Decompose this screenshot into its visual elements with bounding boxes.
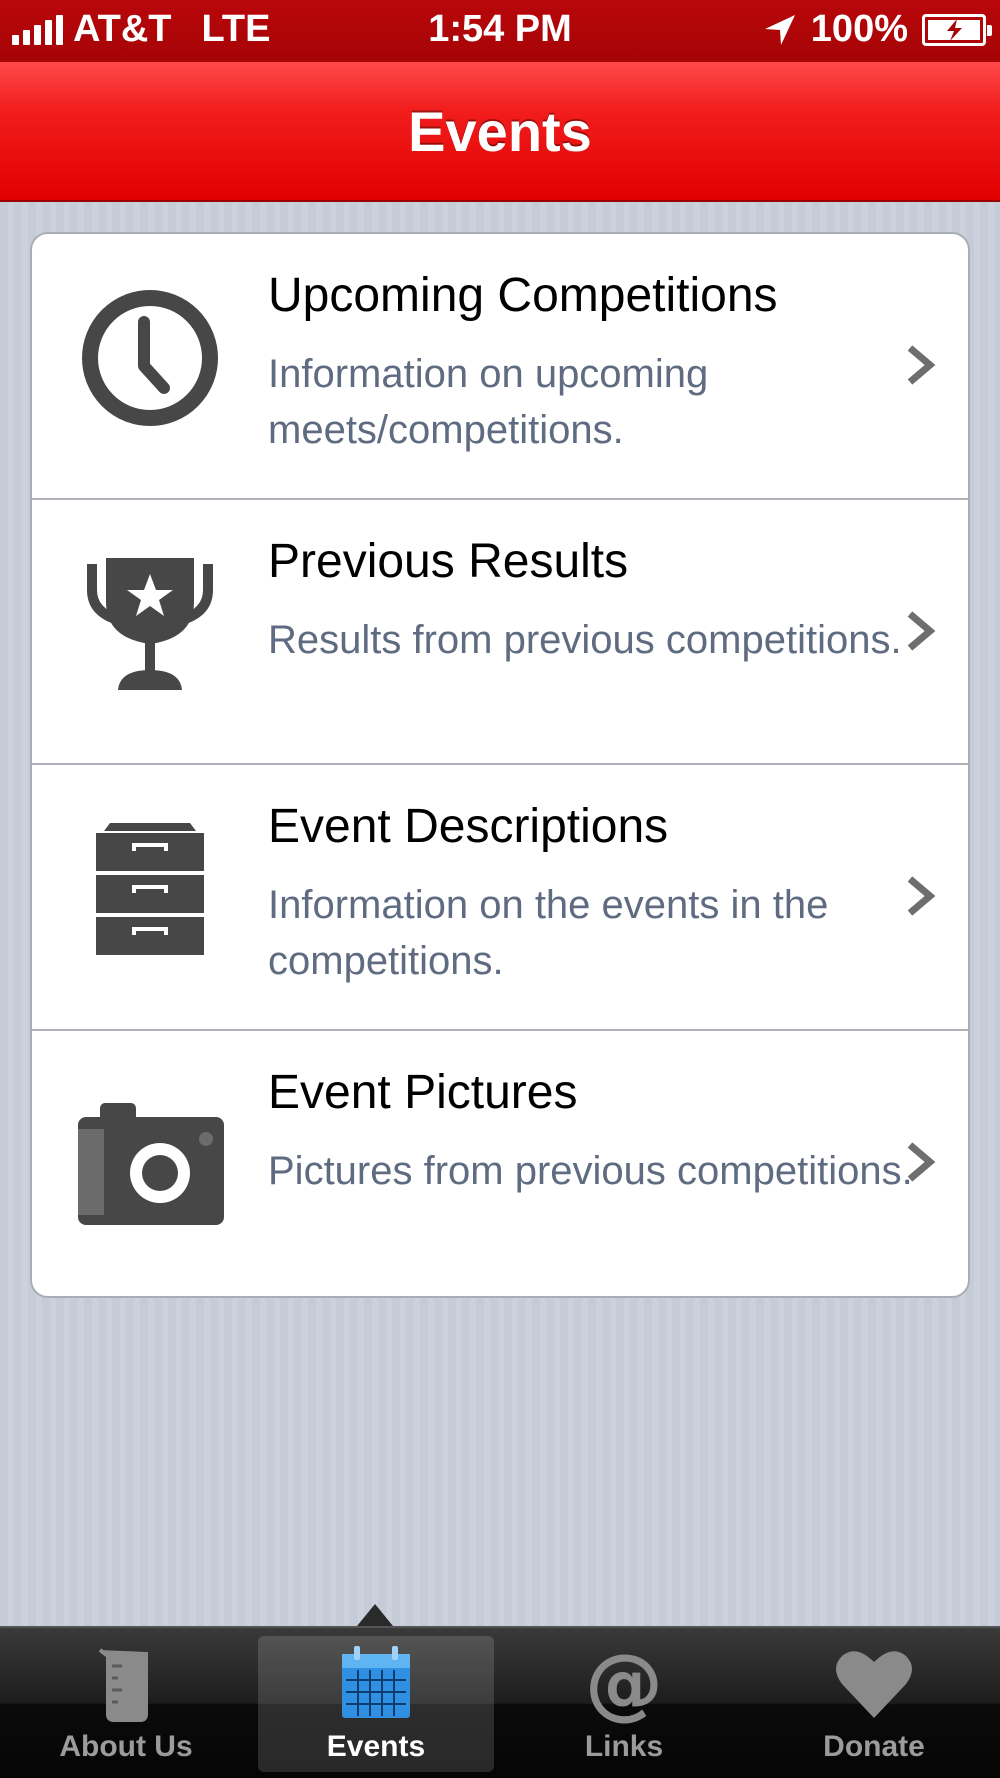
tab-links[interactable]: @ Links (506, 1636, 742, 1772)
chevron-right-icon (907, 1141, 936, 1182)
tab-donate[interactable]: Donate (756, 1636, 992, 1772)
row-title: Upcoming Competitions (268, 269, 778, 322)
navigation-bar: Events (0, 62, 1000, 202)
battery-icon (922, 13, 992, 46)
active-tab-indicator (357, 1604, 393, 1626)
chevron-right-icon (907, 876, 936, 916)
list-item-event-pictures[interactable]: Event Pictures Pictures from previous co… (32, 1031, 968, 1297)
tab-label: Donate (823, 1730, 925, 1763)
camera-icon (78, 1102, 224, 1225)
heart-icon (836, 1651, 912, 1718)
svg-text:@: @ (585, 1644, 663, 1724)
row-title: Event Descriptions (268, 800, 669, 853)
tab-about-us[interactable]: About Us (8, 1636, 244, 1772)
chevron-right-icon (907, 610, 936, 651)
battery-percent: 100% (810, 8, 908, 50)
row-title: Event Pictures (268, 1065, 578, 1119)
list-item-upcoming-competitions[interactable]: Upcoming Competitions Information on upc… (32, 234, 968, 500)
tab-label: About Us (59, 1730, 193, 1763)
beaker-icon (98, 1648, 148, 1722)
chevron-right-icon (907, 345, 936, 385)
row-subtitle: Pictures from previous competitions. (268, 1148, 913, 1193)
tab-events[interactable]: Events (258, 1636, 494, 1772)
calendar-icon (342, 1646, 410, 1718)
trophy-icon (87, 557, 213, 690)
tab-bar: About Us Events @ Links Donate (0, 1626, 1000, 1778)
row-subtitle: Results from previous competitions. (268, 617, 902, 662)
row-subtitle: Information on upcoming meets/competitio… (268, 352, 709, 452)
clock-icon (82, 290, 218, 426)
row-title: Previous Results (268, 534, 629, 588)
page-title: Events (408, 99, 592, 163)
events-menu-list: Upcoming Competitions Information on upc… (30, 232, 970, 1298)
at-sign-icon: @ (585, 1644, 663, 1724)
list-item-event-descriptions[interactable]: Event Descriptions Information on the ev… (32, 765, 968, 1031)
location-arrow-icon (764, 14, 795, 45)
row-subtitle: Information on the events in the competi… (268, 883, 829, 983)
status-bar: AT&T LTE 1:54 PM 100% (0, 0, 1000, 62)
list-item-previous-results[interactable]: Previous Results Results from previous c… (32, 500, 968, 765)
tab-label: Links (584, 1730, 664, 1763)
tab-label: Events (326, 1730, 426, 1763)
file-cabinet-icon (96, 823, 204, 955)
